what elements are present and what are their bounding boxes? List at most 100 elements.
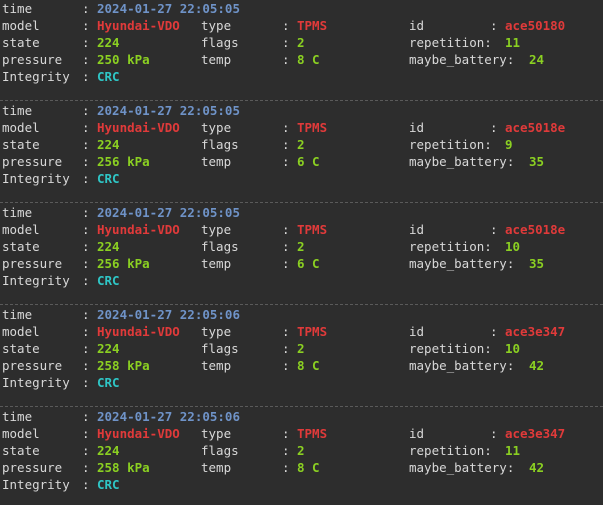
integrity-value: CRC <box>97 477 120 492</box>
battery-value: 24 <box>529 52 545 67</box>
temp-label: temp <box>201 52 232 67</box>
model-value: Hyundai-VDO <box>97 120 180 135</box>
model-label: model <box>2 426 40 441</box>
colon: : <box>282 460 290 475</box>
colon: : <box>282 426 290 441</box>
colon: : <box>82 341 90 356</box>
output-line: pressure:256 kPa temp:6 Cmaybe_battery: 35 <box>0 255 603 272</box>
battery-value: 35 <box>529 154 545 169</box>
colon: : <box>82 307 90 322</box>
colon: : <box>82 18 90 33</box>
state-value: 224 <box>97 35 120 50</box>
output-line: model: Hyundai-VDO type: TPMS id: ace50180 <box>0 17 603 34</box>
id-value: ace3e347 <box>505 426 566 441</box>
colon: : <box>282 137 290 152</box>
output-line: model: Hyundai-VDO type: TPMS id: ace3e347 <box>0 425 603 442</box>
model-label: model <box>2 222 40 237</box>
repetition-label: repetition: <box>409 239 492 254</box>
colon: : <box>282 341 290 356</box>
integrity-value: CRC <box>97 375 120 390</box>
output-line: model: Hyundai-VDO type: TPMS id: ace5018e <box>0 119 603 136</box>
output-line: pressure:258 kPa temp:8 Cmaybe_battery: 42 <box>0 357 603 374</box>
colon: : <box>282 324 290 339</box>
output-line: time:2024-01-27 22:05:05 <box>0 204 603 221</box>
output-line: Integrity: CRC <box>0 170 603 187</box>
output-line: time:2024-01-27 22:05:05 <box>0 102 603 119</box>
id-value: ace3e347 <box>505 324 566 339</box>
record-separator <box>0 406 603 407</box>
record-separator <box>0 304 603 305</box>
repetition-label: repetition: <box>409 35 492 50</box>
battery-label: maybe_battery: <box>409 358 515 373</box>
repetition-value: 10 <box>505 341 521 356</box>
id-value: ace5018e <box>505 222 566 237</box>
repetition-label: repetition: <box>409 137 492 152</box>
state-value: 224 <box>97 443 120 458</box>
flags-label: flags <box>201 239 239 254</box>
id-label: id <box>409 18 425 33</box>
flags-label: flags <box>201 341 239 356</box>
colon: : <box>490 222 498 237</box>
temp-value: 8 C <box>297 460 320 475</box>
time-value: 2024-01-27 22:05:05 <box>97 1 240 16</box>
state-label: state <box>2 239 40 254</box>
colon: : <box>82 137 90 152</box>
flags-value: 2 <box>297 239 305 254</box>
id-value: ace50180 <box>505 18 566 33</box>
id-label: id <box>409 324 425 339</box>
colon: : <box>82 324 90 339</box>
time-value: 2024-01-27 22:05:05 <box>97 205 240 220</box>
pressure-value: 256 kPa <box>97 154 150 169</box>
state-label: state <box>2 341 40 356</box>
tpms-record: time:2024-01-27 22:05:05 model: Hyundai-VD… <box>0 102 603 187</box>
colon: : <box>490 120 498 135</box>
time-label: time <box>2 409 33 424</box>
terminal-output: time:2024-01-27 22:05:05 model: Hyundai-VD… <box>0 0 603 505</box>
pressure-label: pressure <box>2 358 63 373</box>
battery-label: maybe_battery: <box>409 460 515 475</box>
battery-value: 35 <box>529 256 545 271</box>
tpms-record: time:2024-01-27 22:05:06 model: Hyundai-VD… <box>0 408 603 493</box>
colon: : <box>282 120 290 135</box>
pressure-label: pressure <box>2 52 63 67</box>
integrity-label: Integrity <box>2 69 70 84</box>
colon: : <box>490 426 498 441</box>
temp-value: 6 C <box>297 256 320 271</box>
type-value: TPMS <box>297 120 328 135</box>
colon: : <box>282 52 290 67</box>
output-line: state:224 flags:2 repetition: 9 <box>0 136 603 153</box>
id-label: id <box>409 426 425 441</box>
integrity-value: CRC <box>97 171 120 186</box>
state-value: 224 <box>97 137 120 152</box>
colon: : <box>82 35 90 50</box>
temp-label: temp <box>201 256 232 271</box>
flags-label: flags <box>201 137 239 152</box>
colon: : <box>82 443 90 458</box>
colon: : <box>282 256 290 271</box>
colon: : <box>282 18 290 33</box>
model-value: Hyundai-VDO <box>97 18 180 33</box>
flags-value: 2 <box>297 443 305 458</box>
colon: : <box>282 222 290 237</box>
state-label: state <box>2 443 40 458</box>
integrity-label: Integrity <box>2 477 70 492</box>
colon: : <box>282 239 290 254</box>
integrity-label: Integrity <box>2 171 70 186</box>
integrity-value: CRC <box>97 69 120 84</box>
model-value: Hyundai-VDO <box>97 324 180 339</box>
colon: : <box>282 443 290 458</box>
time-value: 2024-01-27 22:05:06 <box>97 409 240 424</box>
time-label: time <box>2 103 33 118</box>
colon: : <box>82 460 90 475</box>
repetition-value: 11 <box>505 35 521 50</box>
id-label: id <box>409 222 425 237</box>
pressure-label: pressure <box>2 460 63 475</box>
colon: : <box>82 273 90 288</box>
integrity-label: Integrity <box>2 273 70 288</box>
pressure-value: 250 kPa <box>97 52 150 67</box>
colon: : <box>82 477 90 492</box>
temp-value: 8 C <box>297 52 320 67</box>
colon: : <box>82 222 90 237</box>
output-line: time:2024-01-27 22:05:06 <box>0 306 603 323</box>
flags-value: 2 <box>297 137 305 152</box>
